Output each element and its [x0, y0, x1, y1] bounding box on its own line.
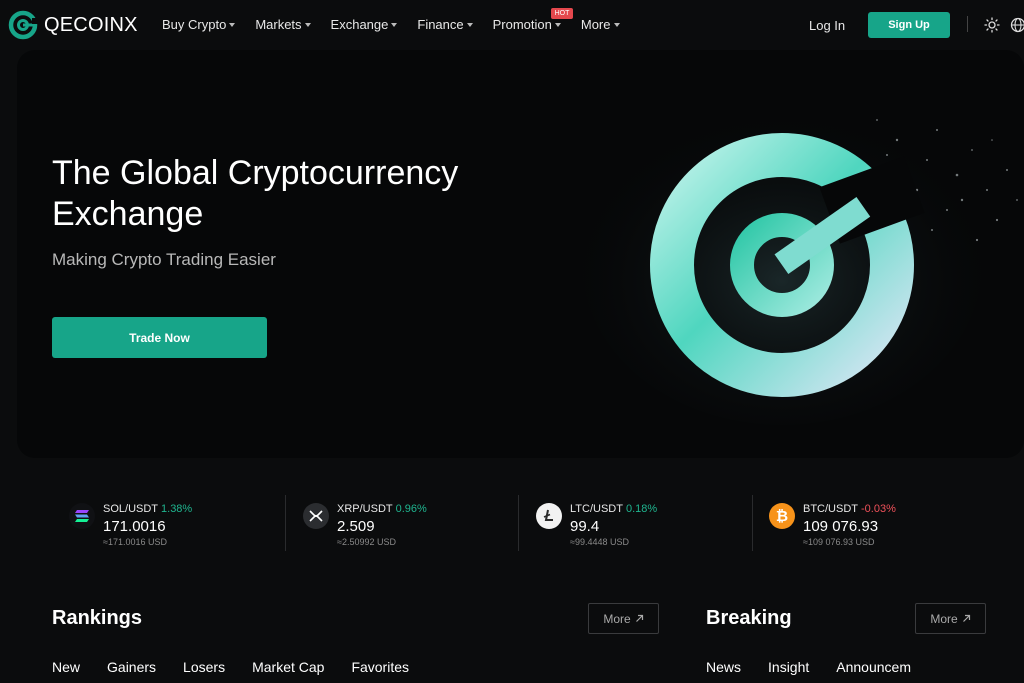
menu-label: Promotion: [492, 17, 552, 32]
more-label: More: [603, 611, 631, 626]
trade-now-button[interactable]: Trade Now: [52, 317, 267, 358]
caret-down-icon: [304, 23, 311, 27]
breaking-title: Breaking: [706, 607, 792, 629]
tab-favorites[interactable]: Favorites: [351, 659, 409, 675]
caret-down-icon: [554, 23, 561, 27]
nav-divider: [967, 16, 968, 32]
ticker-change: 0.96%: [395, 503, 427, 515]
tab-insight[interactable]: Insight: [768, 659, 809, 675]
ticker-price: 109 076.93: [803, 518, 879, 535]
ticker-change: 0.18%: [625, 503, 658, 515]
arrow-up-right-icon: [962, 614, 970, 622]
logo-icon: [8, 10, 38, 40]
caret-down-icon: [229, 23, 236, 27]
btc-icon: ₿: [769, 503, 795, 529]
ticker-pair-label: XRP/USDT: [337, 503, 393, 515]
ticker-pair-label: BTC/USDT: [803, 503, 858, 515]
menu-label: More: [580, 17, 611, 32]
globe-icon[interactable]: [1010, 17, 1024, 33]
ticker-item[interactable]: SOL/USDT 1.38% 171.0016 ≈171.0016 USD: [69, 495, 269, 555]
xrp-icon: [303, 503, 329, 529]
menu-more[interactable]: More: [581, 17, 620, 32]
menu-buy-crypto[interactable]: Buy Crypto: [162, 17, 236, 32]
tab-new[interactable]: New: [52, 659, 80, 675]
ticker-pair: XRP/USDT 0.96%: [337, 503, 427, 515]
ticker-pair: LTC/USDT 0.18%: [570, 503, 657, 515]
ticker-pair: SOL/USDT 1.38%: [103, 503, 192, 515]
top-nav: QECOINX Buy Crypto Markets Exchange Fina…: [0, 0, 1024, 50]
menu-label: Finance: [417, 17, 464, 32]
ticker-usd-value: ≈99.4448 USD: [570, 537, 629, 547]
ticker-divider: [752, 495, 753, 551]
caret-down-icon: [391, 23, 398, 27]
ticker-usd-value: ≈2.50992 USD: [337, 537, 396, 547]
tab-market-cap[interactable]: Market Cap: [252, 659, 324, 675]
ticker-pair-label: LTC/USDT: [570, 503, 623, 515]
logo-text: QECOINX: [44, 13, 138, 36]
sol-icon: [69, 503, 95, 529]
menu-label: Markets: [255, 17, 302, 32]
hero-subtitle: Making Crypto Trading Easier: [52, 250, 276, 269]
ticker-price: 99.4: [570, 518, 600, 535]
ticker-divider: [285, 495, 286, 551]
rankings-more-button[interactable]: More: [588, 603, 659, 634]
signup-button[interactable]: Sign Up: [868, 12, 950, 38]
login-link[interactable]: Log In: [809, 18, 845, 33]
ticker-item[interactable]: ₿ BTC/USDT -0.03% 109 076.93 ≈109 076.93 …: [769, 495, 969, 555]
menu-promotion[interactable]: Promotion HOT: [492, 8, 574, 32]
ticker-item[interactable]: XRP/USDT 0.96% 2.509 ≈2.50992 USD: [303, 495, 503, 555]
ticker-change: 1.38%: [161, 503, 193, 515]
ticker-usd-value: ≈109 076.93 USD: [803, 537, 875, 547]
rankings-title: Rankings: [52, 607, 143, 629]
tab-news[interactable]: News: [706, 659, 741, 675]
hero-logo-illustration: [582, 105, 1018, 425]
rankings-tabs: New Gainers Losers Market Cap Favorites: [52, 659, 436, 675]
ticker-pair-label: SOL/USDT: [103, 503, 159, 515]
more-label: More: [930, 611, 958, 626]
caret-down-icon: [613, 23, 620, 27]
breaking-tabs: News Insight Announcem: [706, 659, 938, 675]
ticker-pair: BTC/USDT -0.03%: [803, 503, 896, 515]
hero-title: The Global Cryptocurrency Exchange: [52, 154, 459, 233]
arrow-up-right-icon: [635, 614, 643, 622]
logo[interactable]: QECOINX: [8, 10, 138, 40]
caret-down-icon: [466, 23, 473, 27]
tab-announcements[interactable]: Announcem: [836, 659, 911, 675]
ticker-usd-value: ≈171.0016 USD: [103, 537, 167, 547]
main-menu: Buy Crypto Markets Exchange Finance Prom…: [162, 8, 640, 32]
sun-icon[interactable]: [984, 17, 1000, 33]
ticker-divider: [518, 495, 519, 551]
breaking-more-button[interactable]: More: [915, 603, 986, 634]
ltc-icon: [536, 503, 562, 529]
ticker-price: 2.509: [337, 518, 375, 535]
ticker-strip: SOL/USDT 1.38% 171.0016 ≈171.0016 USD XRP…: [0, 495, 1024, 555]
ticker-change: -0.03%: [861, 503, 896, 515]
tab-gainers[interactable]: Gainers: [107, 659, 156, 675]
ticker-price: 171.0016: [103, 518, 166, 535]
menu-label: Exchange: [330, 17, 389, 32]
hot-badge: HOT: [550, 8, 574, 19]
menu-label: Buy Crypto: [162, 17, 227, 32]
hero-banner: The Global Cryptocurrency Exchange Makin…: [17, 50, 1024, 458]
tab-losers[interactable]: Losers: [183, 659, 225, 675]
menu-exchange[interactable]: Exchange: [331, 17, 398, 32]
menu-markets[interactable]: Markets: [255, 17, 311, 32]
menu-finance[interactable]: Finance: [417, 17, 473, 32]
ticker-item[interactable]: LTC/USDT 0.18% 99.4 ≈99.4448 USD: [536, 495, 736, 555]
